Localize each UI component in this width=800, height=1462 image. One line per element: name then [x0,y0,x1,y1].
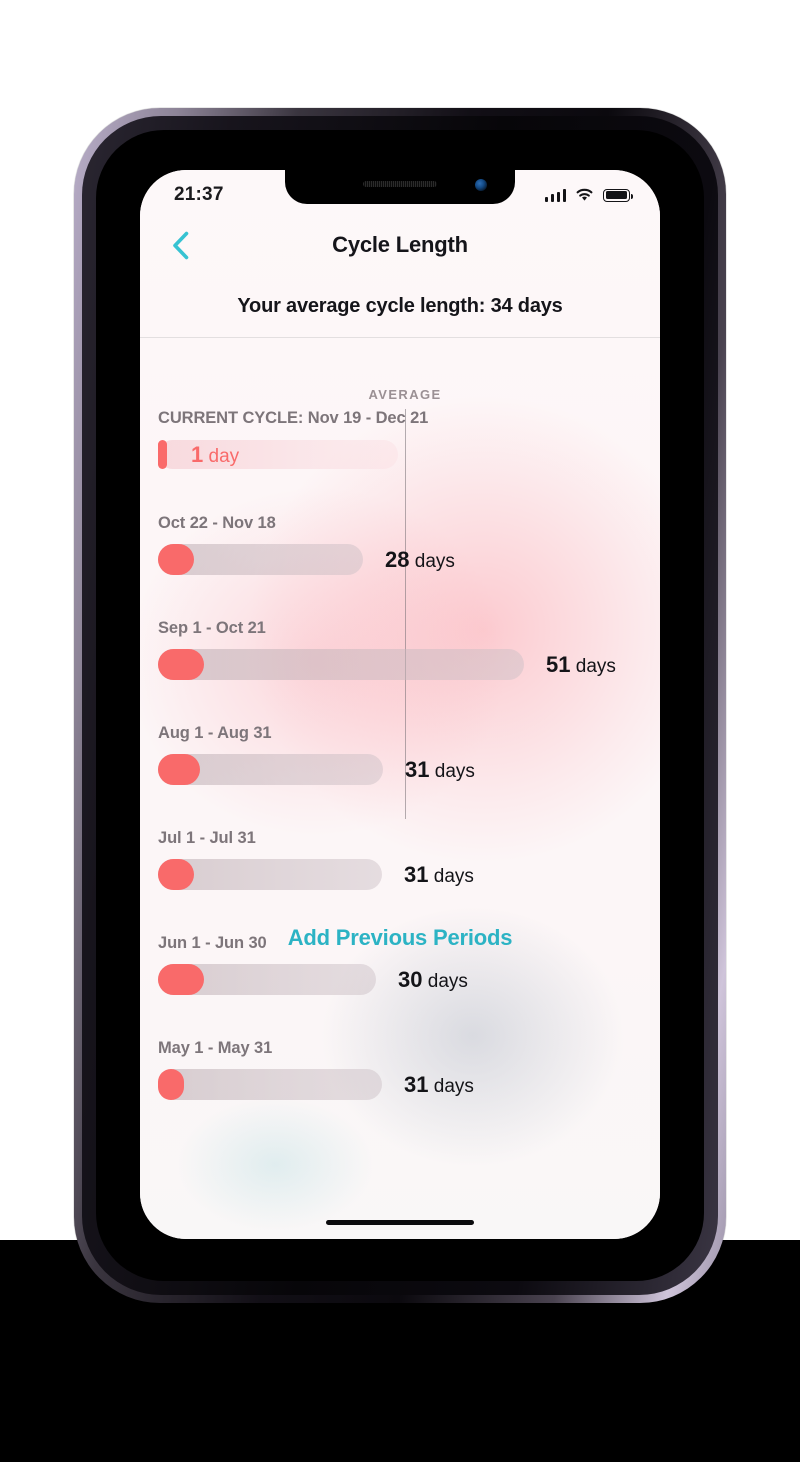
average-summary: Your average cycle length: 34 days [140,276,660,336]
cycle-value-unit: days [427,970,468,992]
cycle-value-unit: days [433,1075,474,1097]
phone-frame-inner: 21:37 Cycle Length Your average cycle le… [82,116,718,1295]
cycle-bar: 1 day [158,440,398,469]
cycle-bar-track: 28 days [158,544,455,575]
cycle-bar [158,964,376,995]
cycle-bar [158,754,383,785]
page-title: Cycle Length [332,232,468,257]
add-previous-periods-button[interactable]: Add Previous Periods [140,925,660,951]
cycle-row-list: CURRENT CYCLE: Nov 19 - Dec 21 1 day Oct 2… [140,409,660,1144]
cycle-bar-track: 31 days [158,1069,474,1100]
phone-bezel: 21:37 Cycle Length Your average cycle le… [96,130,704,1281]
cycle-value-number: 31 [404,1071,429,1097]
cycle-bar [158,859,382,890]
status-bar-icons [544,188,633,202]
status-bar-clock: 21:37 [174,184,224,205]
cycle-value-unit: days [434,760,475,782]
cycle-value-inline: 1 day [191,442,239,468]
cycle-value-unit: days [414,550,455,572]
cellular-signal-icon [544,189,566,202]
cycle-length-chart: AVERAGE CURRENT CYCLE: Nov 19 - Dec 21 1 … [140,337,660,1239]
cycle-bar-track: 51 days [158,649,616,680]
battery-full-icon [603,188,633,202]
cycle-value-number: 31 [405,756,430,782]
cycle-value-unit: day [208,445,240,467]
cycle-row-label: Oct 22 - Nov 18 [158,514,276,532]
cycle-value: 31 days [404,862,474,888]
wifi-icon [576,188,593,201]
cycle-value: 30 days [398,967,468,993]
cycle-row-label: CURRENT CYCLE: Nov 19 - Dec 21 [158,409,429,427]
cycle-row: Sep 1 - Oct 21 51 days [140,619,660,724]
cycle-bar [158,1069,382,1100]
cycle-row-label: Aug 1 - Aug 31 [158,724,272,742]
cycle-bar [158,544,363,575]
navigation-bar: Cycle Length [140,214,660,276]
cycle-row: Aug 1 - Aug 31 31 days [140,724,660,829]
screenshot-stage: 21:37 Cycle Length Your average cycle le… [0,0,800,1462]
period-segment [158,440,167,469]
cycle-value-number: 31 [404,861,429,887]
cycle-row: Jul 1 - Jul 31 31 days [140,829,660,934]
cycle-bar-track: 1 day [158,439,398,470]
back-button[interactable] [158,223,202,267]
cycle-value-number: 28 [385,546,410,572]
cycle-row-label: May 1 - May 31 [158,1039,273,1057]
cycle-value: 28 days [385,547,455,573]
status-bar: 21:37 [140,170,660,214]
cycle-row: Oct 22 - Nov 18 28 days [140,514,660,619]
period-segment [158,544,194,575]
cycle-value: 31 days [405,757,475,783]
cycle-bar [158,649,524,680]
header-divider [140,337,660,338]
cycle-value: 51 days [546,652,616,678]
period-segment [158,1069,184,1100]
phone-screen: 21:37 Cycle Length Your average cycle le… [140,170,660,1239]
home-indicator[interactable] [326,1219,474,1225]
period-segment [158,859,194,890]
cycle-bar-track: 30 days [158,964,468,995]
phone-device-frame: 21:37 Cycle Length Your average cycle le… [74,108,726,1303]
cycle-value-unit: days [433,865,474,887]
cycle-row: May 1 - May 31 31 days [140,1039,660,1144]
average-axis-label: AVERAGE [368,387,442,402]
cycle-row: CURRENT CYCLE: Nov 19 - Dec 21 1 day [140,409,660,514]
cycle-value-number: 51 [546,651,571,677]
cycle-value-unit: days [575,655,616,677]
cycle-bar-track: 31 days [158,754,475,785]
period-segment [158,964,204,995]
cycle-bar-track: 31 days [158,859,474,890]
cycle-row-label: Sep 1 - Oct 21 [158,619,266,637]
cycle-row-label: Jul 1 - Jul 31 [158,829,256,847]
period-segment [158,754,200,785]
chevron-left-icon [172,231,188,259]
cycle-value-number: 30 [398,966,423,992]
average-summary-text: Your average cycle length: 34 days [237,294,563,317]
period-segment [158,649,204,680]
cycle-value: 31 days [404,1072,474,1098]
cycle-value-number: 1 [191,441,204,467]
